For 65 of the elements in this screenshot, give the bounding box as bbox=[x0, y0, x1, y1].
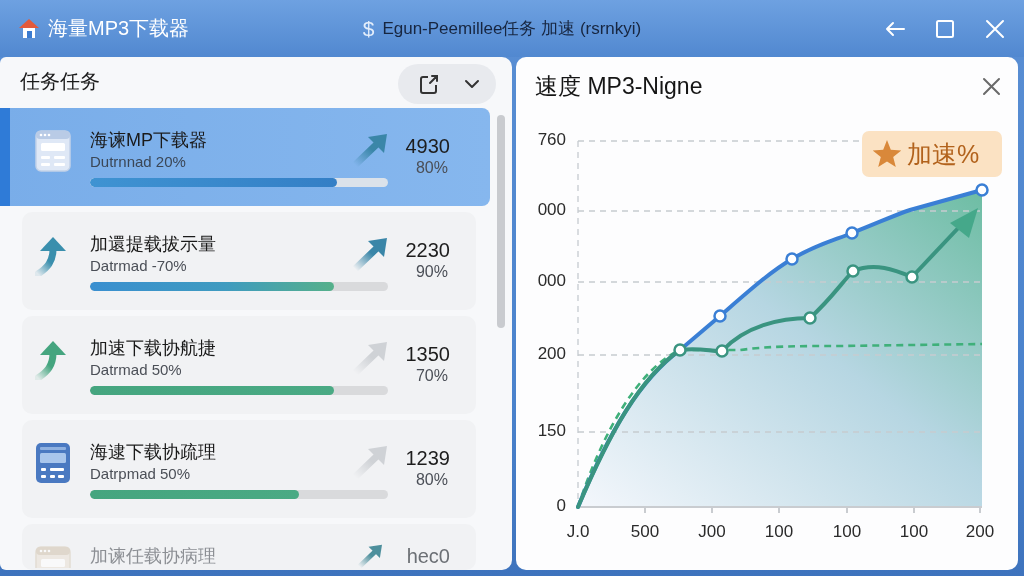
up-right-arrow-icon bbox=[352, 237, 388, 271]
data-point bbox=[715, 344, 729, 358]
task-count: 4930 bbox=[404, 134, 450, 158]
axis-label: 0 bbox=[556, 496, 566, 516]
axis-label: J00 bbox=[698, 522, 726, 542]
data-point bbox=[905, 270, 919, 284]
axis-label: 100 bbox=[832, 522, 862, 542]
window-subtitle: Egun-Peemillee任务 加速 (rsrnkyi) bbox=[382, 18, 642, 40]
maximize-icon bbox=[934, 17, 956, 40]
task-status: Datrpmad 50% bbox=[90, 464, 192, 484]
task-row[interactable]: 海谏MP下载器 Dutrnnad 20% 4930 80% bbox=[0, 108, 490, 206]
task-percent: 80% bbox=[414, 470, 449, 490]
form-icon bbox=[35, 130, 71, 172]
task-row[interactable]: 海逮下载协疏理 Datrpmad 50% 1239 80% bbox=[22, 420, 476, 518]
calculator-icon bbox=[35, 442, 71, 484]
data-point bbox=[845, 226, 859, 240]
task-status: Datrmad 50% bbox=[90, 360, 183, 380]
data-point bbox=[785, 252, 799, 266]
task-row[interactable]: 加速下载协航捷 Datrmad 50% 1350 70% bbox=[22, 316, 476, 414]
task-count: 1239 bbox=[404, 446, 450, 470]
data-point bbox=[975, 183, 989, 197]
house-icon bbox=[18, 17, 40, 40]
up-right-arrow-icon bbox=[352, 133, 388, 167]
export-button[interactable] bbox=[418, 73, 440, 95]
task-percent: 90% bbox=[414, 262, 449, 282]
close-button[interactable] bbox=[982, 76, 1001, 96]
panel-title: 任务任务 bbox=[20, 68, 100, 94]
axis-label: 200 bbox=[965, 522, 995, 542]
scrollbar-thumb[interactable] bbox=[497, 115, 505, 328]
axis-label: 200 bbox=[537, 344, 566, 364]
close-icon bbox=[982, 76, 1001, 96]
app-title: 海量MP3下载器 bbox=[48, 16, 190, 41]
task-count: 2230 bbox=[404, 238, 450, 262]
axis-label: 100 bbox=[899, 522, 929, 542]
task-count: 1350 bbox=[404, 342, 450, 366]
data-point bbox=[803, 311, 817, 325]
axis-label: 150 bbox=[537, 421, 566, 441]
task-name: 海逮下载协疏理 bbox=[90, 441, 217, 464]
data-point bbox=[673, 343, 687, 357]
axis-label: 760 bbox=[537, 130, 566, 150]
axis-label: 000 bbox=[537, 271, 566, 291]
task-name: 加谏任载协病理 bbox=[90, 545, 217, 568]
close-button[interactable] bbox=[984, 17, 1006, 40]
task-name: 加速下载协航捷 bbox=[90, 337, 217, 360]
task-percent: 70% bbox=[414, 366, 449, 386]
task-count: hec0 bbox=[405, 544, 450, 568]
task-row[interactable]: 加還提载拔示量 Datrmad -70% 2230 90% bbox=[22, 212, 476, 310]
task-percent: 80% bbox=[414, 158, 449, 178]
axis-label: J.0 bbox=[566, 522, 590, 542]
star-icon bbox=[872, 140, 902, 168]
data-point bbox=[846, 264, 860, 278]
axis-label: 500 bbox=[630, 522, 660, 542]
axis-label: 000 bbox=[537, 200, 566, 220]
task-name: 海谏MP下载器 bbox=[90, 129, 208, 152]
export-icon bbox=[418, 73, 440, 95]
data-point bbox=[713, 309, 727, 323]
close-icon bbox=[984, 17, 1006, 40]
task-status: Dutrnnad 20% bbox=[90, 152, 187, 172]
task-name: 加還提载拔示量 bbox=[90, 233, 217, 256]
task-status: Datrmad -70% bbox=[90, 256, 188, 276]
badge-label: 加速% bbox=[907, 139, 980, 168]
axis-label: 100 bbox=[764, 522, 794, 542]
maximize-button[interactable] bbox=[934, 17, 956, 40]
dollar-icon: $ bbox=[362, 16, 375, 41]
panel-title: 速度 MP3-Nigne bbox=[535, 71, 703, 101]
